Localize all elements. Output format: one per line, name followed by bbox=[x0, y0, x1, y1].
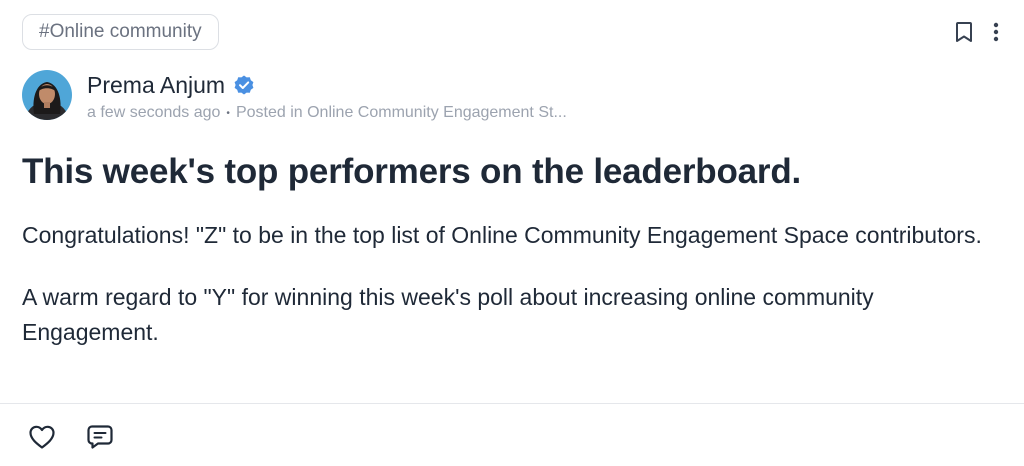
post-title: This week's top performers on the leader… bbox=[22, 152, 802, 191]
author-name-row: Prema Anjum bbox=[87, 70, 567, 100]
post-card: #Online community Prema Anjum a few seco… bbox=[0, 0, 1024, 466]
post-body: Congratulations! "Z" to be in the top li… bbox=[22, 218, 1002, 377]
verified-badge-icon bbox=[233, 74, 255, 96]
author-text: Prema Anjum a few seconds ago • Posted i… bbox=[87, 70, 567, 122]
posted-in-space-link[interactable]: Posted in Online Community Engagement St… bbox=[236, 104, 567, 122]
post-top-actions bbox=[954, 20, 1000, 44]
topic-tag[interactable]: #Online community bbox=[22, 14, 219, 50]
avatar[interactable] bbox=[22, 70, 72, 120]
divider bbox=[0, 403, 1024, 404]
post-timestamp: a few seconds ago bbox=[87, 104, 221, 121]
meta-separator: • bbox=[226, 107, 230, 119]
post-reactions bbox=[28, 423, 114, 451]
post-paragraph: A warm regard to "Y" for winning this we… bbox=[22, 284, 874, 345]
heart-icon[interactable] bbox=[28, 424, 56, 450]
topic-tag-label: #Online community bbox=[39, 21, 202, 42]
post-paragraph: Congratulations! "Z" to be in the top li… bbox=[22, 222, 982, 248]
comment-icon[interactable] bbox=[86, 423, 114, 451]
author-block: Prema Anjum a few seconds ago • Posted i… bbox=[22, 70, 567, 122]
post-meta: a few seconds ago • Posted in Online Com… bbox=[87, 104, 567, 122]
author-name[interactable]: Prema Anjum bbox=[87, 72, 225, 99]
more-vertical-icon[interactable] bbox=[992, 21, 1000, 43]
bookmark-icon[interactable] bbox=[954, 20, 974, 44]
